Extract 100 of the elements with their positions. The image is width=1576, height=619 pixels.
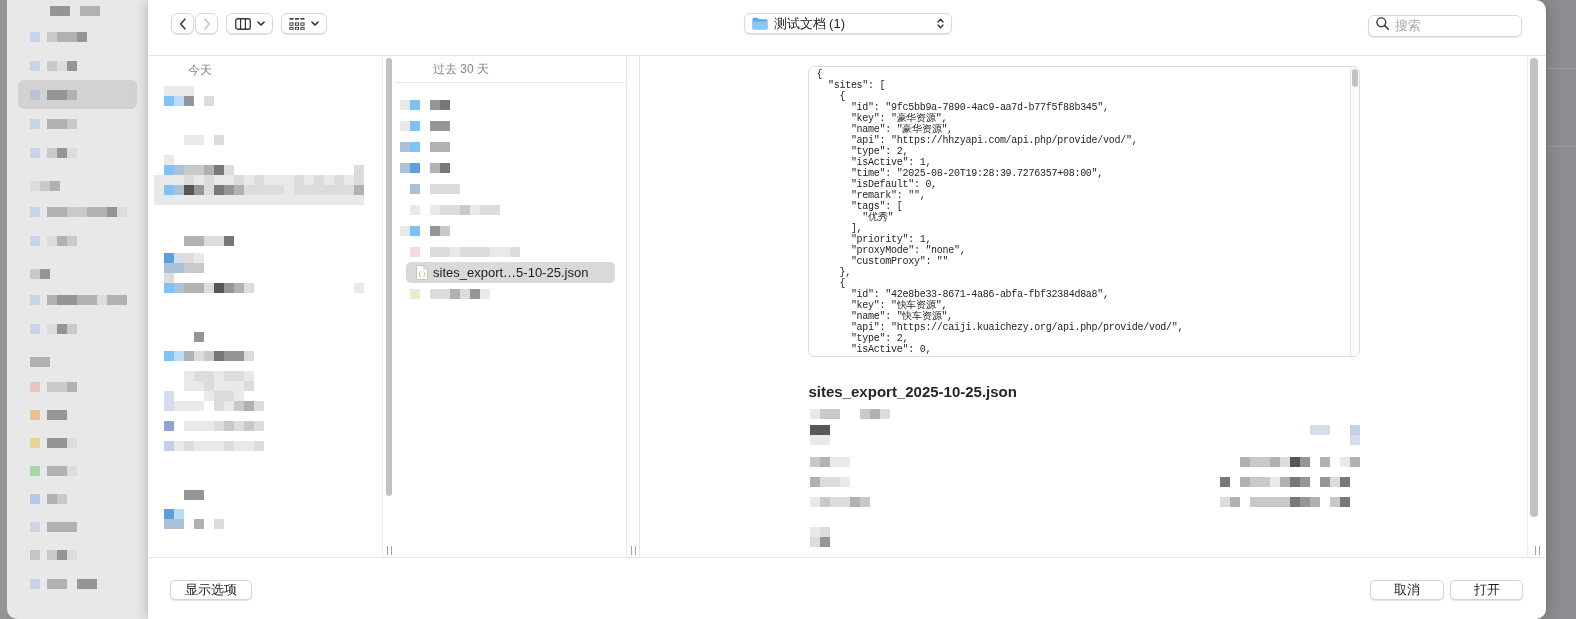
pixelated-text-drawing [80,6,100,16]
file-item[interactable]: sites_export…5-10-25.json [406,262,615,283]
pixelated-icon [30,323,40,334]
pixelated-text-drawing [50,6,70,16]
pixelated-text-drawing [30,181,60,191]
pixelated-text-drawing [184,283,254,293]
pixelated-text-drawing [1329,497,1350,507]
pixelated-text-drawing [809,537,830,547]
pixelated-text-drawing [47,578,67,589]
pixelated-text-drawing [47,466,77,476]
pixelated-text-drawing [47,31,87,42]
chevron-down-icon [311,21,319,26]
pixelated-text-drawing [77,578,97,589]
grid-icon [289,17,305,30]
pixelated-icon [164,283,184,293]
json-file-icon [416,265,428,280]
sidebar-item[interactable] [18,80,137,109]
pixelated-text-drawing [400,225,410,236]
pixelated-text-drawing [30,357,50,367]
pixelated-icon [30,235,40,246]
pixelated-text-drawing [47,438,77,448]
pixelated-icon [30,206,40,217]
pixelated-icon [30,89,40,100]
pixelated-text-drawing [430,120,450,131]
pixelated-icon [1309,425,1330,435]
pixelated-text-drawing [809,425,830,435]
resize-handle-icon [630,546,636,555]
pixelated-text-drawing [214,401,264,411]
resize-handle-icon [386,546,392,555]
pixelated-text-drawing [1219,497,1240,507]
pixelated-text-drawing [809,435,830,445]
chevron-left-icon [178,17,187,30]
scrollbar-thumb[interactable] [1351,69,1358,87]
pixelated-icon [410,225,420,236]
pixelated-text-drawing [809,527,830,537]
pixelated-text-drawing [400,120,410,131]
column-view-button[interactable] [226,13,273,34]
pixelated-text-drawing [809,497,870,507]
scrollbar-thumb[interactable] [386,58,392,496]
pixelated-text-drawing [47,323,77,334]
pixelated-text-drawing [1339,457,1360,467]
json-preview-text: { "sites": [ { "id": "9fc5bb9a-7890-4ac9-aa7d-b77f5f88b345", "key": "豪华资源", "name": "豪华资源", "api": "https://hhzyapi.com/api.php/provide/vod/", "type": 2, "isActive": 1, "time": "2025-08-20T19:28:39.7276357+08:00", "isDefault": 0, "remark": "", "tags": [ "优秀" ], "priority": 1, "proxyMode": "none", "customProxy": "" }, { "id": "42e8be33-8671-4a86-abfa-fbf32384d8a8", "key": "快车资源", "name": "快车资源", "api": "https://caiji.kuaichezy.org/api.php/provide/vod/", "type": 2, "isActive": 0, [816,69,1184,355]
pixelated-text-drawing [430,204,500,215]
pixelated-icon [164,165,184,175]
pixelated-icon [30,118,40,129]
pixelated-text-drawing [184,351,254,361]
pixelated-icon [164,519,184,529]
pixelated-text-drawing [809,477,850,487]
pixelated-text-drawing [184,263,204,273]
pixelated-text-drawing [400,99,410,110]
pixelated-text-drawing [430,183,460,194]
pixelated-icon [30,60,40,71]
pixelated-text-drawing [47,118,77,129]
folder-icon [751,17,768,30]
pixelated-icon [1349,435,1360,445]
pixelated-icon [410,288,420,299]
pixelated-icon [164,509,184,519]
pixelated-text-drawing [430,288,490,299]
pixelated-icon [410,120,420,131]
pixelated-text-drawing [809,409,840,419]
pixelated-icon [400,162,420,173]
resize-handle-icon [1534,546,1540,555]
pixelated-text-drawing [47,60,77,71]
show-options-button[interactable]: 显示选项 [170,580,252,600]
pixelated-text-drawing [1239,457,1310,467]
pixelated-text-drawing [859,409,890,419]
section-header: 今天 [188,62,212,78]
pixelated-icon [164,96,184,106]
pixelated-text-drawing [430,99,450,110]
pixelated-text-drawing [47,147,77,158]
search-field[interactable]: 搜索 [1368,14,1522,37]
cancel-button[interactable]: 取消 [1370,580,1444,600]
open-button[interactable]: 打开 [1450,580,1523,600]
pixelated-text-drawing [30,269,50,279]
group-button[interactable] [281,13,327,34]
pixelated-text-drawing [1319,477,1350,487]
pixelated-text-drawing [1239,477,1310,487]
pixelated-text-drawing [184,253,204,263]
pixelated-icon [1349,425,1360,435]
location-popup[interactable]: 测试文档 (1) [743,13,952,34]
pixelated-text-drawing [214,135,224,145]
pixelated-icon [400,141,420,152]
columns-icon [234,17,251,30]
pixelated-text-drawing [430,141,450,152]
pixelated-text-drawing [47,522,77,532]
pixelated-text-drawing [809,457,850,467]
chevron-down-icon [256,21,265,26]
column-header: 过去 30 天 [395,56,626,83]
pixelated-text-drawing [184,490,204,500]
scrollbar-thumb[interactable] [1530,58,1538,517]
pixelated-text-drawing [47,89,77,100]
up-down-chevron-icon [936,18,944,29]
pixelated-icon [30,294,40,305]
pixelated-icon [30,31,40,42]
back-button[interactable] [171,13,194,34]
pixelated-text-drawing [430,162,450,173]
pixelated-icon [30,147,40,158]
pixelated-text-drawing [184,236,234,246]
pixelated-icon [410,183,420,194]
pixelated-text-drawing [164,273,174,283]
